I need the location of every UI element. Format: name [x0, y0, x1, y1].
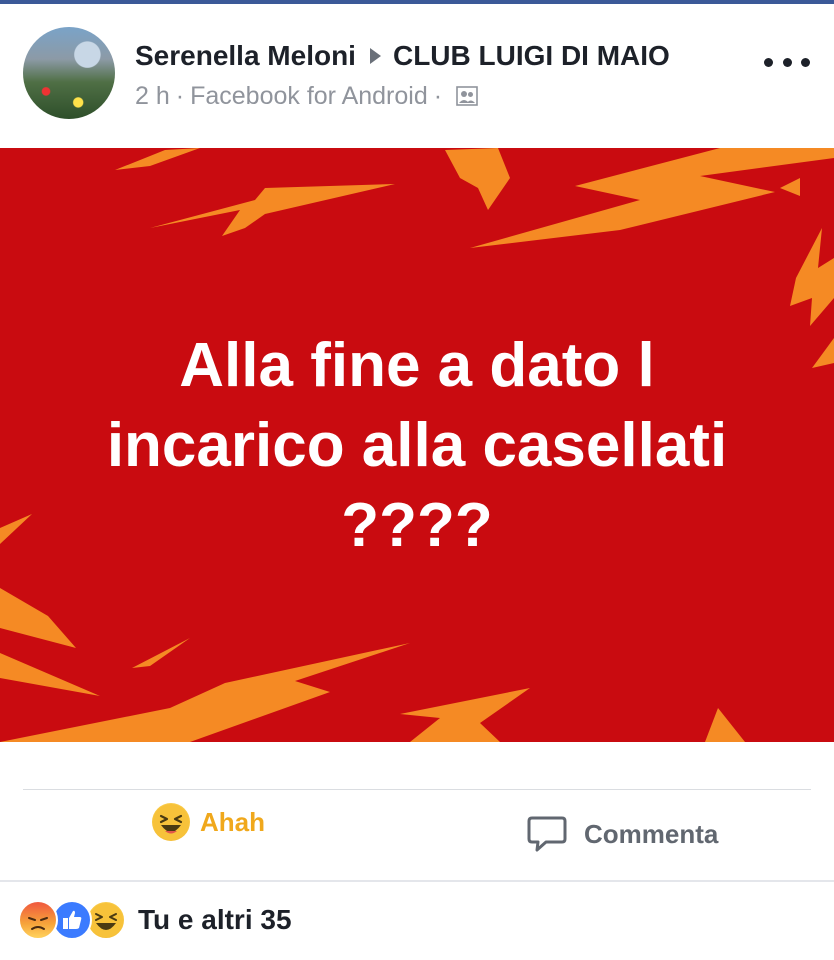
more-dot: [801, 57, 810, 67]
comment-label: Commenta: [584, 818, 719, 849]
author-name[interactable]: Serenella Meloni: [135, 40, 356, 72]
post-author-line: Serenella Meloni CLUB LUIGI DI MAIO: [135, 38, 670, 74]
shared-to-arrow-icon: [369, 48, 381, 64]
footer-divider: [0, 880, 834, 882]
haha-emoji-icon: [152, 803, 190, 841]
more-dot: [782, 57, 792, 67]
reaction-button[interactable]: Ahah: [152, 802, 265, 842]
meta-separator: ·: [175, 81, 185, 110]
post-time[interactable]: 2 h: [135, 82, 170, 111]
like-reaction-icon: [52, 900, 92, 940]
actions-divider: [23, 789, 811, 790]
post-image-text: Alla fine a dato l incarico alla casella…: [30, 326, 804, 566]
meta-separator-2: ·: [433, 81, 443, 110]
author-avatar[interactable]: [23, 27, 115, 119]
group-name[interactable]: CLUB LUIGI DI MAIO: [393, 40, 670, 72]
post-image[interactable]: Alla fine a dato l incarico alla casella…: [0, 148, 834, 742]
post-text-line-2: incarico alla casellati: [106, 411, 728, 480]
reaction-label: Ahah: [200, 806, 265, 837]
top-accent-bar: [0, 0, 834, 4]
angry-reaction-icon: [18, 900, 58, 940]
post-source: Facebook for Android: [190, 81, 428, 110]
reactions-summary[interactable]: Tu e altri 35: [18, 900, 292, 940]
group-icon: [456, 86, 478, 106]
more-dots-icon: [764, 57, 773, 67]
post-meta: 2 h · Facebook for Android ·: [135, 80, 478, 112]
comment-icon: [527, 816, 567, 852]
reactions-count[interactable]: Tu e altri 35: [138, 904, 292, 936]
haha-reaction-icon: [86, 900, 126, 940]
more-options-button[interactable]: [764, 50, 810, 74]
post-text-line-3: ????: [341, 491, 493, 560]
post-text-line-1: Alla fine a dato l: [179, 331, 655, 400]
comment-button[interactable]: Commenta: [526, 812, 718, 856]
